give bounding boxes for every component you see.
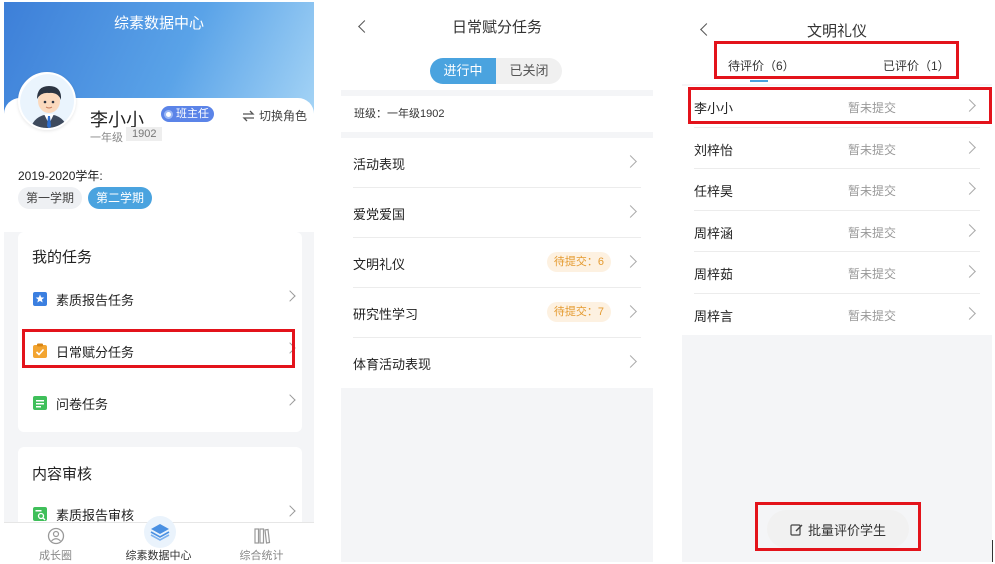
chevron-right-icon xyxy=(963,182,976,195)
panel-home: 综素数据中心 李小小 班主任 切换角色 一年级 1902 2019-2020学年… xyxy=(4,2,314,562)
batch-evaluate-button[interactable]: 批量评价学生 xyxy=(767,510,909,548)
page-title: 文明礼仪 xyxy=(806,23,867,40)
tab-label: 成长圈 xyxy=(39,550,72,562)
page-title: 综素数据中心 xyxy=(113,15,204,32)
list-item[interactable]: 爱党爱国 xyxy=(353,188,641,238)
submission-status: 暂未提交 xyxy=(848,267,897,281)
task-label: 素质报告任务 xyxy=(56,292,135,308)
submission-status: 暂未提交 xyxy=(848,225,897,240)
clipboard-check-icon xyxy=(32,343,48,359)
task-label: 问卷任务 xyxy=(56,396,109,412)
chevron-right-icon xyxy=(624,355,637,368)
task-label: 素质报告审核 xyxy=(56,507,135,523)
chevron-right-icon xyxy=(624,155,637,168)
table-row[interactable]: 李小小 暂未提交 xyxy=(694,86,980,128)
student-name: 刘梓怡 xyxy=(694,142,734,158)
student-name: 任梓昊 xyxy=(694,184,734,199)
class-number: 1902 xyxy=(126,127,163,141)
batch-evaluate-label: 批量评价学生 xyxy=(807,522,886,538)
term-second[interactable]: 第二学期 xyxy=(88,187,153,209)
student-name: 周梓茹 xyxy=(694,267,734,282)
student-name: 周梓言 xyxy=(694,308,734,324)
task-name: 体育活动表现 xyxy=(353,357,432,372)
table-row[interactable]: 刘梓怡 暂未提交 xyxy=(694,128,980,169)
switch-role-label: 切换角色 xyxy=(259,109,308,123)
task-name: 文明礼仪 xyxy=(353,257,406,272)
tab-label: 综素数据中心 xyxy=(125,550,192,562)
class-label: 班级：一年级1902 xyxy=(341,96,653,132)
chevron-right-icon xyxy=(284,505,296,517)
panel-etiquette: 文明礼仪 待评价（6） 已评价（1） 李小小 暂未提交 刘梓怡 暂未提交 任梓昊… xyxy=(682,2,992,562)
chevron-right-icon xyxy=(963,306,976,320)
task-list: 活动表现 爱党爱国 文明礼仪 待提交：6 研究性学习 待提交：7 体育活动表现 xyxy=(341,138,653,388)
chevron-right-icon xyxy=(624,255,637,268)
table-row[interactable]: 任梓昊 暂未提交 xyxy=(694,169,980,211)
chevron-right-icon xyxy=(963,140,976,154)
chevron-right-icon xyxy=(624,305,637,318)
content-review-section: 内容审核 素质报告审核 xyxy=(18,447,302,527)
my-tasks-title: 我的任务 xyxy=(32,249,93,266)
table-row[interactable]: 周梓言 暂未提交 xyxy=(694,294,980,336)
switch-icon xyxy=(242,110,255,121)
tab-label: 综合统计 xyxy=(239,550,284,562)
student-name: 李小小 xyxy=(694,101,734,116)
student-list: 李小小 暂未提交 刘梓怡 暂未提交 任梓昊 暂未提交 周梓涵 暂未提交 周梓茹 … xyxy=(682,86,992,335)
list-item[interactable]: 文明礼仪 待提交：6 xyxy=(353,238,641,288)
pending-badge: 待提交：6 xyxy=(546,252,611,272)
tab-growth-circle[interactable]: 成长圈 xyxy=(4,523,107,562)
chevron-right-icon xyxy=(284,290,296,302)
tab-pending-review[interactable]: 待评价（6） xyxy=(728,57,795,74)
circle-people-icon xyxy=(47,527,64,545)
task-name: 研究性学习 xyxy=(353,307,419,322)
submission-status: 暂未提交 xyxy=(848,308,897,323)
chevron-right-icon xyxy=(963,223,976,237)
switch-role-button[interactable]: 切换角色 xyxy=(242,107,307,124)
list-item[interactable]: 体育活动表现 xyxy=(353,338,641,388)
content-review-title: 内容审核 xyxy=(32,466,93,483)
role-dot-icon xyxy=(164,109,173,119)
task-name: 爱党爱国 xyxy=(353,207,406,222)
segment-closed[interactable]: 已关闭 xyxy=(496,58,562,84)
submission-status: 暂未提交 xyxy=(848,142,897,157)
page-title: 日常赋分任务 xyxy=(451,19,542,36)
tab-reviewed[interactable]: 已评价（1） xyxy=(883,57,950,74)
pending-badge: 待提交：7 xyxy=(546,302,611,322)
segment-ongoing[interactable]: 进行中 xyxy=(430,58,496,84)
task-daily-score[interactable]: 日常赋分任务 xyxy=(32,336,302,366)
submission-status: 暂未提交 xyxy=(848,184,897,198)
layers-icon xyxy=(150,524,170,541)
role-label: 班主任 xyxy=(176,108,209,120)
task-quality-report[interactable]: 素质报告任务 xyxy=(32,284,302,314)
task-questionnaire[interactable]: 问卷任务 xyxy=(32,388,302,418)
report-search-icon xyxy=(32,506,48,522)
term-first[interactable]: 第一学期 xyxy=(18,187,83,209)
my-tasks-section: 我的任务 素质报告任务 日常赋分任务 问卷任务 xyxy=(18,232,302,432)
school-year: 2019-2020学年: xyxy=(18,169,103,183)
edit-icon xyxy=(790,523,803,536)
task-label: 日常赋分任务 xyxy=(56,344,135,360)
notepad-icon xyxy=(32,395,48,411)
avatar[interactable] xyxy=(18,72,76,130)
grade-label: 一年级 xyxy=(90,132,123,144)
role-badge: 班主任 xyxy=(161,106,214,122)
chevron-right-icon xyxy=(963,265,976,278)
data-center-icon-button[interactable] xyxy=(144,516,176,548)
student-name: 周梓涵 xyxy=(694,225,734,241)
list-item[interactable]: 研究性学习 待提交：7 xyxy=(353,288,641,338)
task-name: 活动表现 xyxy=(353,157,406,172)
table-row[interactable]: 周梓涵 暂未提交 xyxy=(694,211,980,252)
chevron-right-icon xyxy=(284,394,296,406)
star-report-icon xyxy=(32,291,48,307)
chevron-right-icon xyxy=(963,99,976,112)
active-tab-indicator xyxy=(750,80,768,82)
books-icon xyxy=(253,528,270,544)
submission-status: 暂未提交 xyxy=(848,101,897,115)
chevron-right-icon xyxy=(284,342,296,354)
table-row[interactable]: 周梓茹 暂未提交 xyxy=(694,252,980,294)
panel-daily-tasks: 日常赋分任务 进行中 已关闭 班级：一年级1902 活动表现 爱党爱国 文明礼仪… xyxy=(341,2,653,562)
divider xyxy=(992,540,993,562)
list-item[interactable]: 活动表现 xyxy=(353,138,641,188)
chevron-right-icon xyxy=(624,205,637,218)
tab-statistics[interactable]: 综合统计 xyxy=(210,523,313,562)
